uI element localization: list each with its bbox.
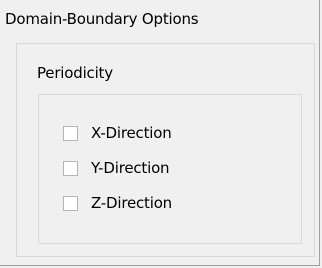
y-direction-option[interactable]: Y-Direction bbox=[63, 157, 170, 179]
x-direction-option[interactable]: X-Direction bbox=[63, 122, 172, 144]
periodicity-options-box: X-Direction Y-Direction Z-Direction bbox=[38, 94, 302, 244]
z-direction-label[interactable]: Z-Direction bbox=[91, 194, 172, 212]
y-direction-checkbox[interactable] bbox=[63, 160, 78, 176]
periodicity-group: Periodicity X-Direction Y-Direction Z-Di… bbox=[16, 43, 315, 257]
periodicity-label: Periodicity bbox=[37, 64, 113, 82]
y-direction-label[interactable]: Y-Direction bbox=[91, 159, 170, 177]
panel-title: Domain-Boundary Options bbox=[5, 10, 199, 28]
z-direction-checkbox[interactable] bbox=[63, 195, 78, 211]
x-direction-checkbox[interactable] bbox=[63, 125, 78, 141]
x-direction-label[interactable]: X-Direction bbox=[91, 124, 172, 142]
domain-boundary-options-panel: Domain-Boundary Options Periodicity X-Di… bbox=[0, 0, 320, 266]
z-direction-option[interactable]: Z-Direction bbox=[63, 192, 172, 214]
